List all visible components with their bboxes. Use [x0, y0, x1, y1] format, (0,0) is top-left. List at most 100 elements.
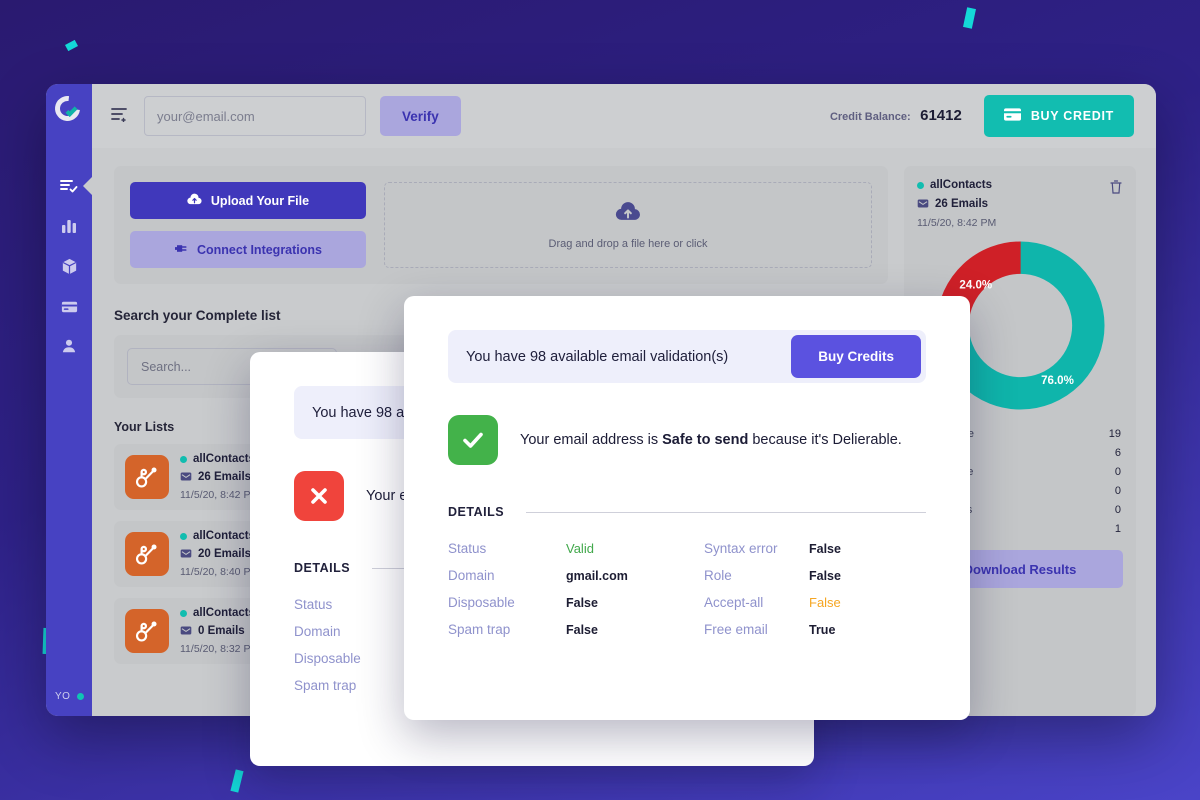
trash-icon[interactable] — [1109, 179, 1123, 200]
verdict-row: Your email address is Safe to send becau… — [448, 415, 926, 465]
sidebar: YO — [46, 84, 92, 716]
detail-label: Disposable — [294, 651, 361, 666]
connect-integrations-label: Connect Integrations — [196, 242, 322, 257]
confetti-shape — [230, 769, 244, 793]
detail-value-status: Valid — [566, 541, 594, 556]
results-date: 11/5/20, 8:42 PM — [917, 217, 997, 229]
sidebar-item-integrations[interactable] — [46, 246, 92, 286]
hubspot-icon — [125, 609, 169, 653]
results-panel-meta: allContacts 26 Emails 11/5/20, 8:42 PM — [917, 179, 1109, 229]
details-label: DETAILS — [294, 561, 351, 575]
list-item-meta: allContacts 20 Emails 11/5/20, 8:40 PM — [180, 530, 259, 578]
dropzone-label: Drag and drop a file here or click — [548, 237, 708, 250]
buy-credits-button[interactable]: Buy Credits — [791, 335, 921, 378]
detail-value-disposable: False — [566, 595, 598, 610]
list-item-date: 11/5/20, 8:40 PM — [180, 566, 260, 578]
stat-value: 6 — [1114, 446, 1121, 459]
detail-value-domain: gmail.com — [566, 568, 628, 583]
buy-credit-label: BUY CREDIT — [1030, 109, 1114, 123]
status-dot — [917, 181, 924, 189]
cloud-upload-icon — [187, 193, 202, 209]
credit-balance-value: 61412 — [920, 107, 962, 124]
list-item-count: 26 Emails — [198, 471, 252, 483]
results-panel-header: allContacts 26 Emails 11/5/20, 8:42 PM — [917, 179, 1123, 229]
detail-label-free-email: Free email — [704, 622, 768, 637]
list-item-meta: allContacts 0 Emails 11/5/20, 8:32 PM — [180, 607, 259, 655]
sidebar-item-billing[interactable] — [46, 286, 92, 326]
list-item-count: 0 Emails — [198, 625, 245, 637]
upload-file-label: Upload Your File — [210, 193, 310, 208]
your-lists-header: Your Lists — [114, 420, 175, 434]
results-list-name: allContacts — [930, 179, 992, 191]
plug-icon — [174, 242, 188, 258]
detail-value-accept-all: False — [809, 595, 841, 610]
list-check-icon — [59, 176, 79, 196]
sidebar-item-analytics[interactable] — [46, 206, 92, 246]
online-status-dot — [77, 693, 85, 700]
credit-balance-label: Credit Balance: — [829, 111, 911, 123]
verify-button[interactable]: Verify — [380, 96, 461, 136]
upload-file-button[interactable]: Upload Your File — [130, 182, 366, 219]
email-input[interactable] — [144, 96, 366, 136]
list-item-meta: allContacts 26 Emails 11/5/20, 8:42 PM — [180, 453, 259, 501]
detail-label: Spam trap — [294, 678, 357, 693]
hamburger-icon[interactable] — [110, 106, 130, 127]
confetti-shape — [963, 7, 976, 29]
avatar[interactable]: YO — [46, 691, 92, 702]
topbar-right: Credit Balance: 61412 BUY CREDIT — [830, 95, 1134, 137]
hubspot-icon — [125, 532, 169, 576]
details-grid: Status Valid Syntax error False Domain g… — [448, 541, 926, 637]
detail-label: Domain — [294, 624, 341, 639]
person-icon — [60, 337, 78, 355]
hubspot-icon — [125, 455, 169, 499]
stat-value: 1 — [1114, 522, 1121, 535]
topbar: Verify Credit Balance: 61412 BUY CREDIT — [92, 84, 1156, 148]
credit-card-icon — [60, 297, 79, 316]
results-email-count: 26 Emails — [935, 198, 989, 210]
details-header: DETAILS — [448, 505, 926, 519]
upload-card: Upload Your File Connect Integrations Dr… — [114, 166, 888, 284]
detail-value-spam-trap: False — [566, 622, 598, 637]
details-divider — [526, 511, 926, 513]
detail-value-free-email: True — [809, 622, 836, 637]
upload-buttons: Upload Your File Connect Integrations — [130, 182, 366, 268]
detail-label-syntax-error: Syntax error — [704, 541, 778, 556]
list-item-count: 20 Emails — [198, 548, 252, 560]
detail-value-role: False — [809, 568, 841, 583]
detail-value-syntax-error: False — [809, 541, 841, 556]
status-dot — [180, 609, 187, 617]
detail-label-domain: Domain — [448, 568, 495, 583]
validation-modal-front: You have 98 available email validation(s… — [404, 296, 970, 720]
stat-value: 0 — [1114, 484, 1121, 497]
detail-label-status: Status — [448, 541, 487, 556]
envelope-icon — [180, 545, 192, 563]
check-icon — [448, 415, 498, 465]
list-item-name: allContacts — [193, 453, 255, 465]
stat-value: 0 — [1114, 465, 1121, 478]
stat-value: 0 — [1114, 503, 1121, 516]
detail-label-accept-all: Accept-all — [704, 595, 764, 610]
list-item-date: 11/5/20, 8:42 PM — [180, 489, 260, 501]
modal-front-inner: You have 98 available email validation(s… — [404, 296, 970, 720]
detail-label-role: Role — [704, 568, 732, 583]
credit-card-icon — [1003, 108, 1021, 124]
detail-label-spam-trap: Spam trap — [448, 622, 511, 637]
verdict-suffix: because it's Delierable. — [748, 432, 902, 448]
bar-chart-icon — [60, 217, 78, 235]
connect-integrations-button[interactable]: Connect Integrations — [130, 231, 366, 268]
details-label: DETAILS — [448, 505, 505, 519]
buy-credit-button[interactable]: BUY CREDIT — [983, 95, 1134, 137]
cloud-upload-icon — [615, 201, 641, 228]
sidebar-item-lists[interactable] — [46, 166, 92, 206]
file-dropzone[interactable]: Drag and drop a file here or click — [384, 182, 872, 268]
sidebar-item-account[interactable] — [46, 326, 92, 366]
detail-label: Status — [294, 597, 333, 612]
credit-balance: Credit Balance: 61412 — [830, 107, 962, 125]
credit-banner-text: You have 98 available email validation(s… — [466, 348, 729, 365]
envelope-icon — [180, 468, 192, 486]
credit-banner: You have 98 available email validation(s… — [448, 330, 926, 383]
avatar-initials: YO — [55, 691, 71, 702]
verdict-strong: Safe to send — [662, 432, 749, 448]
package-box-icon — [60, 257, 79, 276]
status-dot — [180, 532, 187, 540]
